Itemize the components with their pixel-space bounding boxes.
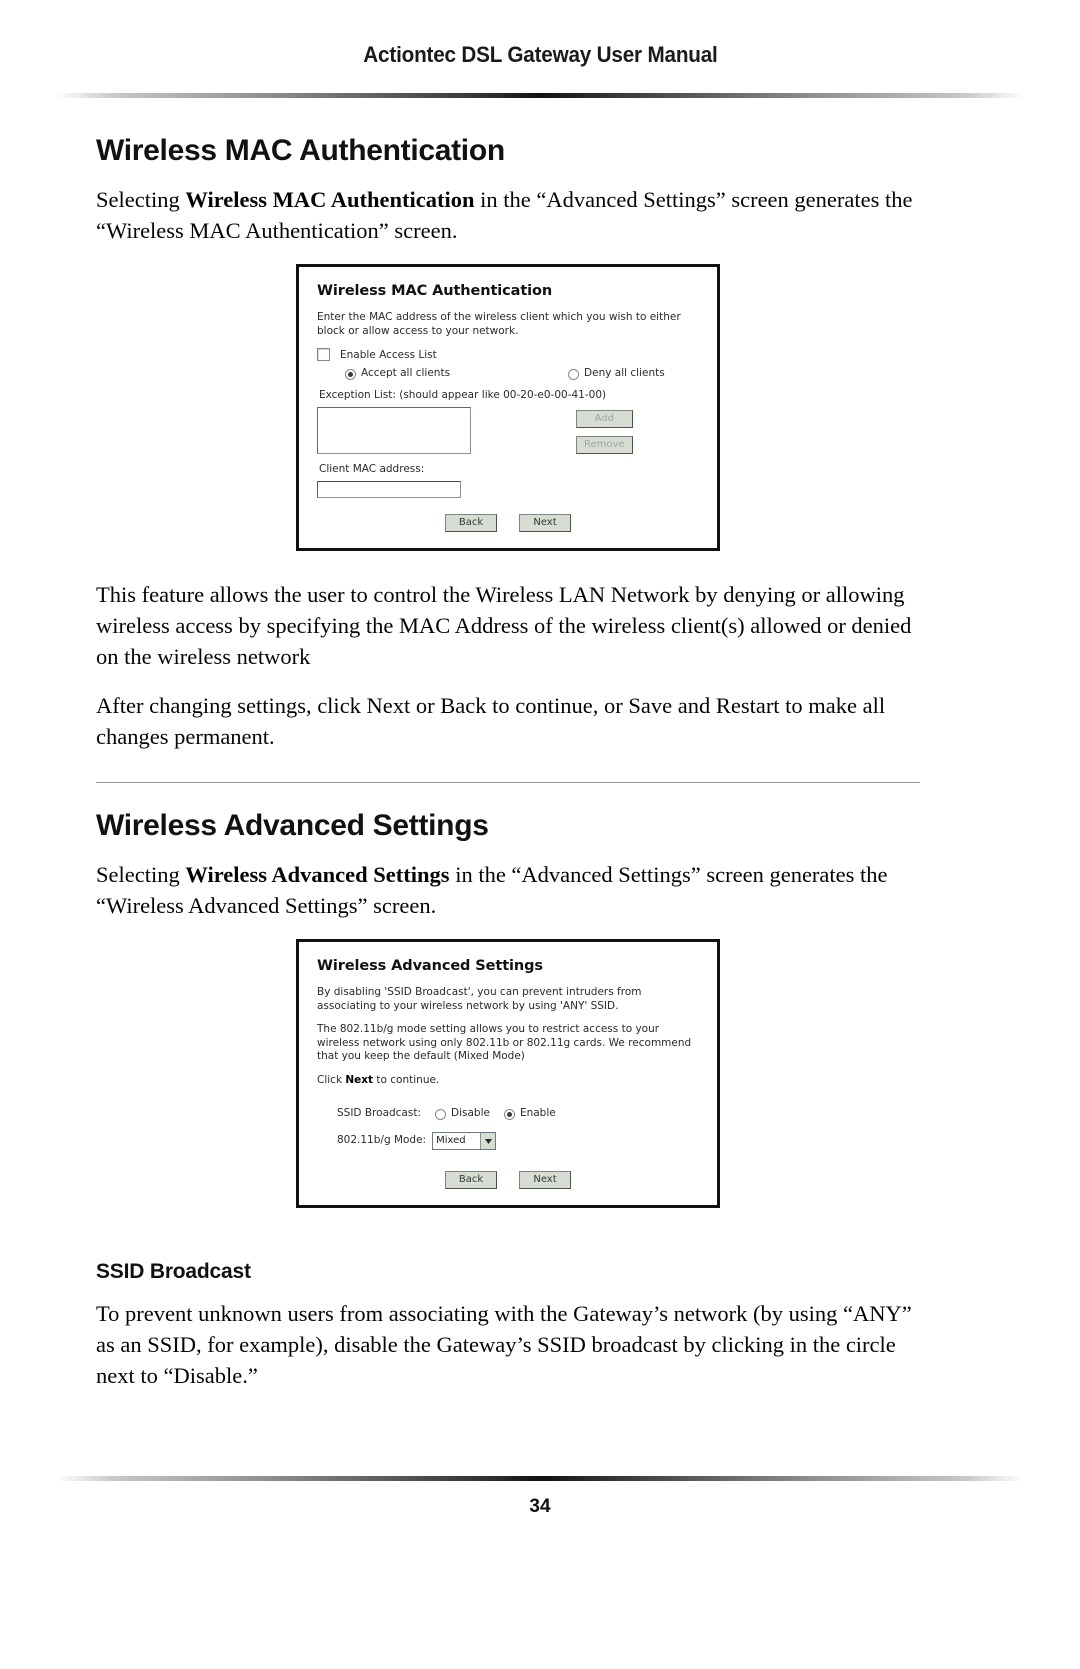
dialog-nav-buttons: Back Next [315, 514, 701, 532]
intro-bold-advanced: Wireless Advanced Settings [185, 862, 450, 887]
exception-list-row: Add Remove [317, 407, 701, 454]
screenshot-wrapper-mac-auth: Wireless MAC Authentication Enter the MA… [96, 264, 920, 551]
ssid-enable-option[interactable]: Enable [503, 1107, 556, 1120]
remove-button[interactable]: Remove [576, 435, 633, 454]
screenshot-wireless-mac-authentication: Wireless MAC Authentication Enter the MA… [296, 264, 720, 551]
accept-all-clients-radio[interactable] [345, 368, 356, 380]
page-title-wireless-mac-authentication: Wireless MAC Authentication [96, 134, 505, 167]
ssid-disable-option[interactable]: Disable [435, 1107, 490, 1120]
client-mac-address-input[interactable] [317, 481, 461, 498]
wireless-mode-value: Mixed [436, 1135, 466, 1146]
click-next-prefix: Click [317, 1073, 346, 1086]
enable-access-list-label: Enable Access List [340, 348, 437, 361]
enable-access-list-row[interactable]: Enable Access List [317, 348, 701, 361]
back-button[interactable]: Back [445, 514, 497, 532]
exception-list-label: Exception List: (should appear like 00-2… [319, 389, 607, 401]
page-title-wireless-advanced-settings: Wireless Advanced Settings [96, 809, 489, 842]
wireless-mode-label: 802.11b/g Mode: [337, 1134, 427, 1146]
deny-all-clients-radio[interactable] [568, 368, 580, 380]
ssid-broadcast-label: SSID Broadcast: [337, 1107, 421, 1119]
exception-list-box[interactable] [317, 407, 471, 454]
page-number: 34 [529, 1496, 551, 1517]
intro-prefix: Selecting [96, 187, 186, 212]
ssid-broadcast-row: SSID Broadcast: Disable Enable [337, 1107, 701, 1120]
ssid-enable-radio[interactable] [503, 1108, 515, 1120]
wireless-mode-row: 802.11b/g Mode: Mixed [337, 1131, 701, 1150]
intro-paragraph-mac-auth: Selecting Wireless MAC Authentication in… [96, 184, 920, 246]
ssid-enable-label: Enable [519, 1107, 556, 1119]
page-content: Wireless MAC Authentication Selecting Wi… [96, 120, 920, 1409]
dialog-paragraph-1: By disabling 'SSID Broadcast', you can p… [317, 986, 642, 1012]
add-button[interactable]: Add [576, 409, 633, 428]
mac-auth-save-restart-paragraph: After changing settings, click Next or B… [96, 693, 886, 749]
ssid-broadcast-paragraph: To prevent unknown users from associatin… [96, 1301, 912, 1388]
wireless-mode-select[interactable]: Mixed [432, 1132, 497, 1150]
next-button[interactable]: Next [519, 514, 571, 532]
screenshot-wireless-advanced-settings: Wireless Advanced Settings By disabling … [296, 939, 720, 1208]
deny-all-clients-option[interactable]: Deny all clients [568, 367, 665, 380]
click-next-bold: Next [345, 1073, 374, 1086]
intro-paragraph-advanced: Selecting Wireless Advanced Settings in … [96, 859, 920, 921]
subsection-title-ssid-broadcast: SSID Broadcast [96, 1260, 251, 1283]
page-running-header: Actiontec DSL Gateway User Manual [0, 42, 1080, 68]
mac-auth-explanation-paragraph: This feature allows the user to control … [96, 582, 912, 669]
dialog-title: Wireless MAC Authentication [317, 283, 553, 299]
running-header-title: Actiontec DSL Gateway User Manual [362, 42, 718, 67]
intro-bold: Wireless MAC Authentication [185, 187, 475, 212]
ssid-disable-radio[interactable] [435, 1108, 446, 1120]
dialog-paragraph-3: Click Next to continue. [317, 1074, 701, 1088]
click-next-suffix: to continue. [373, 1073, 440, 1086]
screenshot-wrapper-advanced: Wireless Advanced Settings By disabling … [96, 939, 920, 1208]
dialog-nav-buttons-advanced: Back Next [315, 1171, 701, 1189]
exception-list-block: Exception List: (should appear like 00-2… [315, 389, 701, 498]
enable-access-list-checkbox[interactable] [317, 348, 330, 361]
chevron-down-icon[interactable] [480, 1133, 496, 1149]
client-mac-address-label: Client MAC address: [319, 463, 425, 475]
exception-list-buttons: Add Remove [576, 408, 633, 454]
client-policy-radio-group: Accept all clients Deny all clients [345, 367, 701, 380]
ssid-disable-label: Disable [451, 1107, 490, 1119]
intro-prefix-advanced: Selecting [96, 862, 186, 887]
accept-all-clients-label: Accept all clients [361, 367, 451, 379]
dialog-paragraph-2: The 802.11b/g mode setting allows you to… [317, 1023, 692, 1062]
footer-rule [56, 1476, 1024, 1481]
dialog-title-advanced: Wireless Advanced Settings [317, 958, 543, 974]
next-button-advanced[interactable]: Next [519, 1171, 571, 1189]
section-divider [96, 782, 920, 783]
back-button-advanced[interactable]: Back [445, 1171, 497, 1189]
accept-all-clients-option[interactable]: Accept all clients [345, 367, 451, 380]
header-rule [56, 93, 1024, 98]
deny-all-clients-label: Deny all clients [584, 367, 665, 379]
dialog-description: Enter the MAC address of the wireless cl… [317, 311, 681, 337]
